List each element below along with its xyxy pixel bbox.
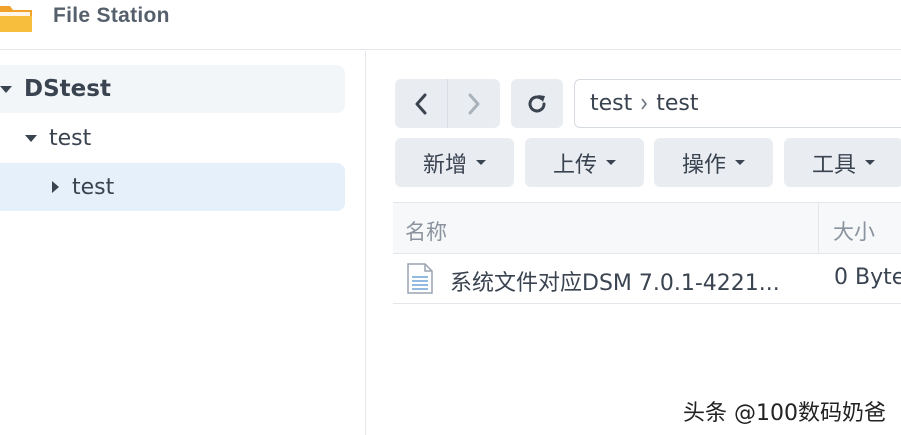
chevron-left-icon [415, 93, 427, 114]
column-divider[interactable] [818, 203, 819, 255]
path-segment[interactable]: test [656, 91, 698, 116]
path-segment[interactable]: test [590, 91, 632, 116]
upload-button[interactable]: 上传 [525, 138, 644, 187]
app-title: File Station [53, 4, 170, 27]
file-name: 系统文件对应DSM 7.0.1-4221... [450, 271, 780, 296]
file-size: 0 Byte [834, 265, 901, 290]
title-bar: File Station [0, 0, 901, 50]
column-header-name[interactable]: 名称 [405, 216, 447, 246]
table-header: 名称 大小 [393, 202, 901, 255]
refresh-icon [528, 94, 546, 112]
new-button[interactable]: 新增 [395, 138, 514, 187]
tools-button[interactable]: 工具 [784, 138, 901, 187]
watermark: 头条 @100数码奶爸 [683, 401, 886, 426]
caret-down-icon [865, 160, 875, 165]
back-button[interactable] [395, 79, 447, 128]
upload-button-label: 上传 [552, 152, 597, 178]
tree-item-test[interactable]: test [0, 114, 345, 162]
tree-item-dstest[interactable]: DStest [0, 65, 345, 113]
action-button[interactable]: 操作 [654, 138, 773, 187]
new-button-label: 新增 [422, 152, 467, 178]
path-bar[interactable]: test test [574, 79, 901, 128]
caret-down-icon[interactable] [0, 85, 12, 93]
caret-down-icon [476, 160, 486, 165]
history-nav [395, 79, 500, 128]
caret-right-icon[interactable] [52, 181, 59, 193]
tree-item-label: DStest [24, 76, 111, 102]
action-button-label: 操作 [681, 152, 726, 178]
table-row[interactable]: 系统文件对应DSM 7.0.1-4221... 0 Byte [393, 254, 901, 304]
folder-icon [0, 6, 32, 32]
tree-item-test-selected[interactable]: test [0, 163, 345, 211]
document-icon [407, 263, 433, 294]
caret-down-icon[interactable] [25, 134, 37, 142]
chevron-right-icon [468, 93, 479, 114]
refresh-button[interactable] [511, 79, 563, 128]
forward-button[interactable] [447, 79, 499, 128]
column-header-size[interactable]: 大小 [833, 216, 875, 246]
tools-button-label: 工具 [811, 152, 856, 178]
tree-item-label: test [72, 174, 115, 200]
caret-down-icon [735, 160, 745, 165]
caret-down-icon [606, 160, 616, 165]
sidebar: DStest test test [0, 51, 366, 435]
chevron-right-icon [640, 97, 648, 111]
tree-item-label: test [49, 125, 92, 151]
